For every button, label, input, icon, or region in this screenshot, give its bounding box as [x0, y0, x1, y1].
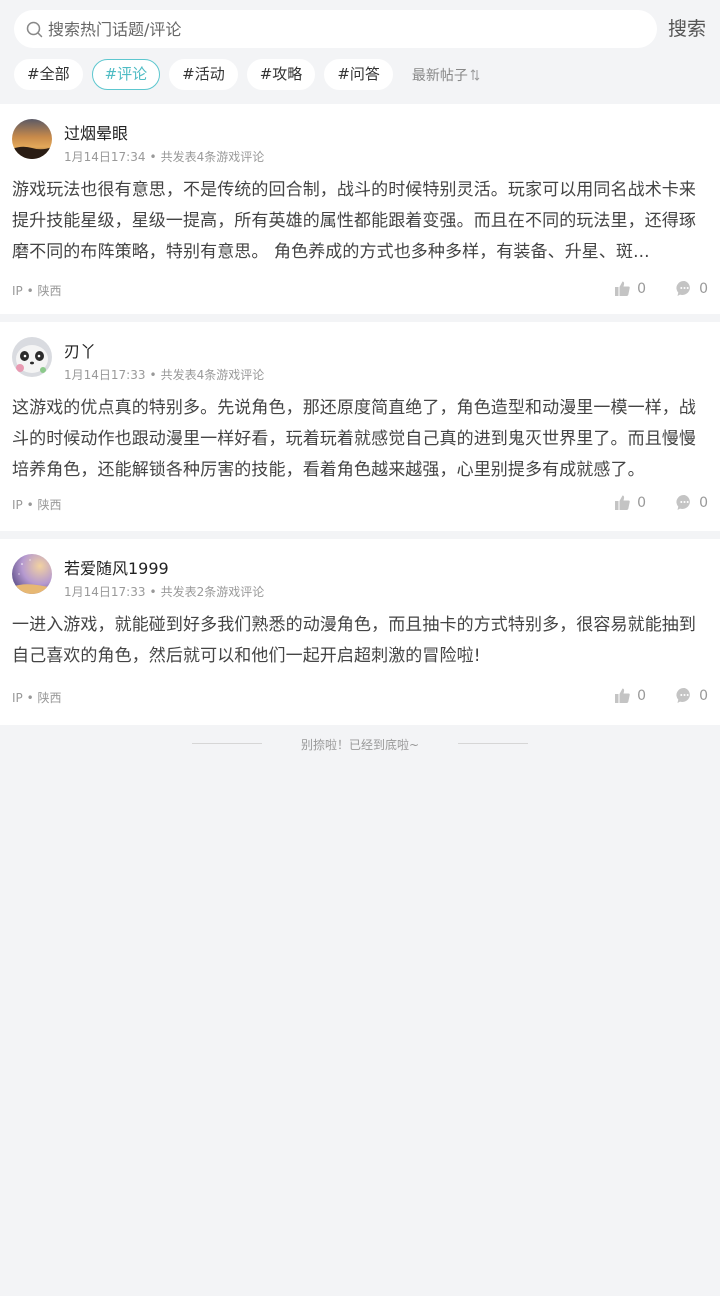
sort-label: 最新帖子 [411, 67, 468, 84]
post-content[interactable]: 这游戏的优点真的特别多。先说角色，那还原度简直绝了，角色造型和动漫里一模一样，战… [12, 393, 702, 486]
post-content[interactable]: 一进入游戏，就能碰到好多我们熟悉的动漫角色，而且抽卡的方式特别多，很容易就能抽到… [12, 610, 702, 672]
sort-arrows-icon [470, 68, 480, 81]
like-count: 0 [637, 687, 647, 704]
end-of-list: 别捺啦！已经到底啦~ [0, 736, 720, 752]
post-meta: 1月14日17:33 • 共发表4条游戏评论 [64, 368, 265, 382]
ip-location: IP • 陕西 [12, 691, 62, 705]
post-time: 1月14日17:34 [64, 150, 146, 164]
comment-button[interactable]: 0 [676, 687, 708, 704]
thumbs-up-icon [615, 495, 630, 510]
post-footer: IP • 陕西 0 0 [12, 687, 708, 707]
comment-bubble-icon [676, 280, 690, 296]
avatar[interactable] [12, 554, 52, 594]
post-stat: 共发表4条游戏评论 [160, 150, 265, 164]
comment-button[interactable]: 0 [676, 494, 708, 511]
comment-bubble-icon [676, 687, 690, 703]
username[interactable]: 若爱随风1999 [64, 555, 169, 579]
post-footer: IP • 陕西 0 0 [12, 494, 708, 514]
ip-location: IP • 陕西 [12, 498, 62, 512]
search-box[interactable] [14, 10, 657, 48]
post-card[interactable]: 过烟晕眼 1月14日17:34 • 共发表4条游戏评论 游戏玩法也很有意思，不是传统… [0, 104, 720, 314]
post-footer: IP • 陕西 0 0 [12, 280, 708, 300]
post-time: 1月14日17:33 [64, 585, 146, 599]
post-time: 1月14日17:33 [64, 368, 146, 382]
tag-events[interactable]: #活动 [169, 59, 238, 90]
username[interactable]: 刃丫 [64, 338, 96, 362]
comment-button[interactable]: 0 [676, 280, 708, 297]
search-icon [26, 21, 43, 38]
tag-comments[interactable]: #评论 [91, 59, 161, 90]
post-stat: 共发表4条游戏评论 [160, 368, 265, 382]
end-text: 别捺啦！已经到底啦~ [300, 738, 420, 752]
ip-location: IP • 陕西 [12, 284, 62, 298]
like-button[interactable]: 0 [614, 687, 646, 704]
post-card[interactable]: 刃丫 1月14日17:33 • 共发表4条游戏评论 这游戏的优点真的特别多。先说角色… [0, 322, 720, 531]
username[interactable]: 过烟晕眼 [64, 120, 128, 144]
tag-qa[interactable]: #问答 [324, 59, 393, 90]
thumbs-up-icon [615, 281, 630, 296]
like-count: 0 [637, 494, 647, 511]
post-content[interactable]: 游戏玩法也很有意思，不是传统的回合制，战斗的时候特别灵活。玩家可以用同名战术卡来… [12, 175, 702, 268]
thumbs-up-icon [615, 688, 630, 703]
post-meta: 1月14日17:33 • 共发表2条游戏评论 [64, 585, 265, 599]
comment-count: 0 [699, 494, 708, 511]
comment-bubble-icon [676, 494, 690, 510]
avatar[interactable] [12, 119, 52, 159]
divider-right [458, 743, 528, 744]
tag-guides[interactable]: #攻略 [246, 59, 316, 90]
comment-count: 0 [699, 280, 708, 297]
sort-dropdown[interactable]: 最新帖子 [412, 65, 480, 85]
like-count: 0 [637, 280, 647, 297]
search-button[interactable]: 搜索 [668, 17, 706, 41]
top-bar: 搜索 #全部 #评论 #活动 #攻略 #问答 最新帖子 [0, 0, 720, 104]
post-card[interactable]: 若爱随风1999 1月14日17:33 • 共发表2条游戏评论 一进入游戏，就能碰到… [0, 539, 720, 725]
post-meta: 1月14日17:34 • 共发表4条游戏评论 [64, 150, 265, 164]
tag-all[interactable]: #全部 [14, 59, 83, 90]
search-input[interactable] [48, 11, 638, 47]
like-button[interactable]: 0 [614, 280, 646, 297]
comment-count: 0 [699, 687, 708, 704]
like-button[interactable]: 0 [614, 494, 646, 511]
tag-bar: #全部 #评论 #活动 #攻略 #问答 最新帖子 [14, 59, 480, 90]
post-stat: 共发表2条游戏评论 [160, 585, 265, 599]
avatar[interactable] [12, 337, 52, 377]
